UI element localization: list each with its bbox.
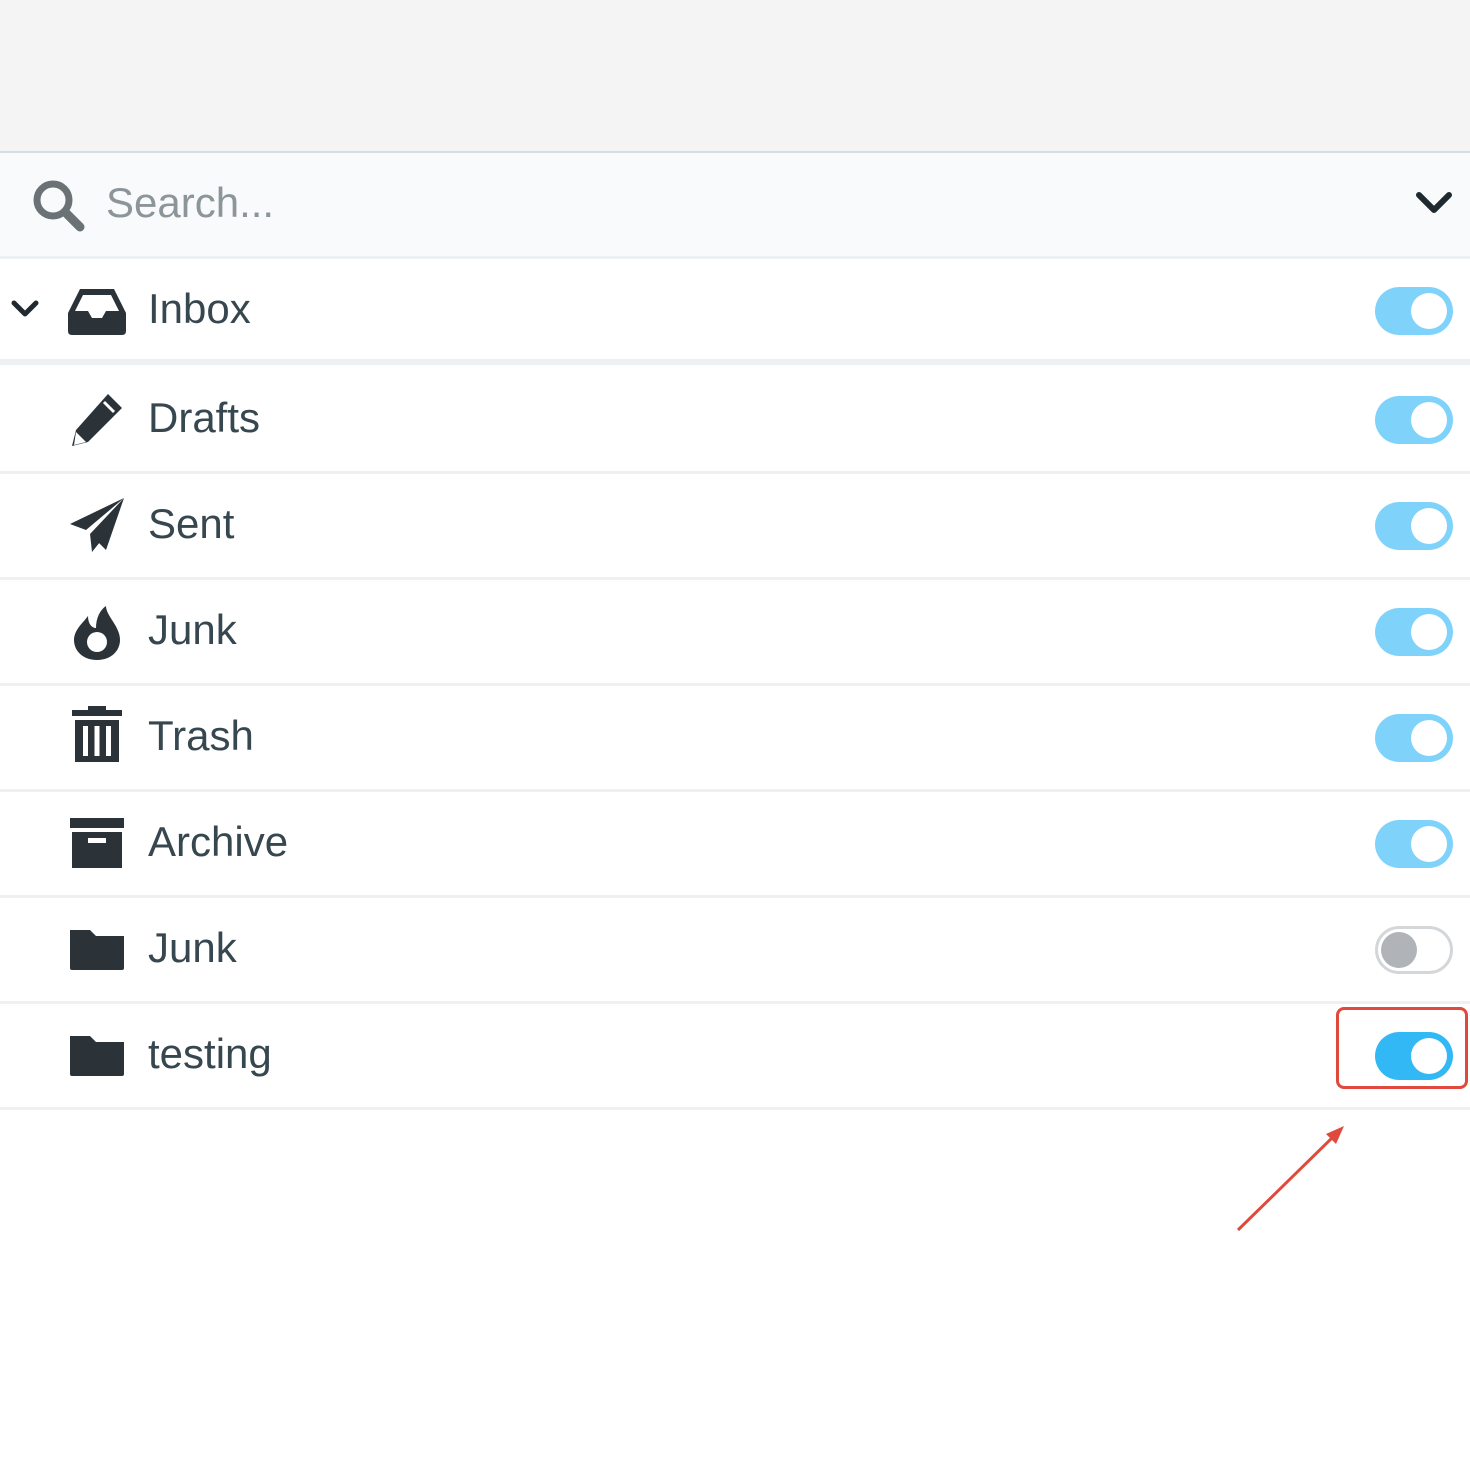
arrow-icon [1236, 1126, 1344, 1232]
subscribe-toggle[interactable] [1375, 926, 1453, 974]
folder-row-archive[interactable]: Archive [0, 792, 1470, 898]
toggle-knob [1381, 932, 1417, 968]
folder-icon [70, 1036, 124, 1076]
trash-icon [72, 706, 122, 762]
toggle-knob [1411, 826, 1447, 862]
subscribe-toggle[interactable] [1375, 714, 1453, 762]
folder-row-sent[interactable]: Sent [0, 474, 1470, 580]
toggle-knob [1411, 720, 1447, 756]
folder-name: Sent [148, 500, 235, 547]
header-area [0, 0, 1470, 153]
inbox-icon [68, 289, 126, 335]
chevron-down-icon[interactable] [10, 297, 40, 321]
highlight-box [1336, 1007, 1468, 1089]
subscribe-toggle[interactable] [1375, 287, 1453, 335]
subscribe-toggle[interactable] [1375, 502, 1453, 550]
folder-name: Inbox [148, 285, 251, 332]
subscribe-toggle[interactable] [1375, 396, 1453, 444]
pencil-icon [72, 394, 122, 446]
folder-name: Junk [148, 924, 237, 971]
paper-plane-icon [70, 498, 124, 552]
search-icon [33, 180, 85, 232]
folder-name: Drafts [148, 394, 261, 441]
toggle-knob [1411, 293, 1447, 329]
folder-name: Trash [148, 712, 254, 759]
folder-row-inbox[interactable]: Inbox [0, 259, 1470, 365]
toggle-knob [1411, 614, 1447, 650]
folder-name: testing [148, 1030, 272, 1077]
folder-row-drafts[interactable]: Drafts [0, 368, 1470, 474]
folder-icon [70, 930, 124, 970]
folder-row-junk-folder[interactable]: Junk [0, 898, 1470, 1004]
folder-name: Archive [148, 818, 289, 865]
folder-row-trash[interactable]: Trash [0, 686, 1470, 792]
folder-row-junk[interactable]: Junk [0, 580, 1470, 686]
search-input[interactable] [106, 172, 1356, 234]
fire-icon [74, 606, 120, 660]
toggle-knob [1411, 508, 1447, 544]
chevron-down-icon[interactable] [1414, 188, 1454, 218]
subscribe-toggle[interactable] [1375, 820, 1453, 868]
toggle-knob [1411, 402, 1447, 438]
archive-icon [70, 818, 124, 868]
folder-row-testing[interactable]: testing [0, 1004, 1470, 1110]
folder-name: Junk [148, 606, 237, 653]
subscribe-toggle[interactable] [1375, 608, 1453, 656]
